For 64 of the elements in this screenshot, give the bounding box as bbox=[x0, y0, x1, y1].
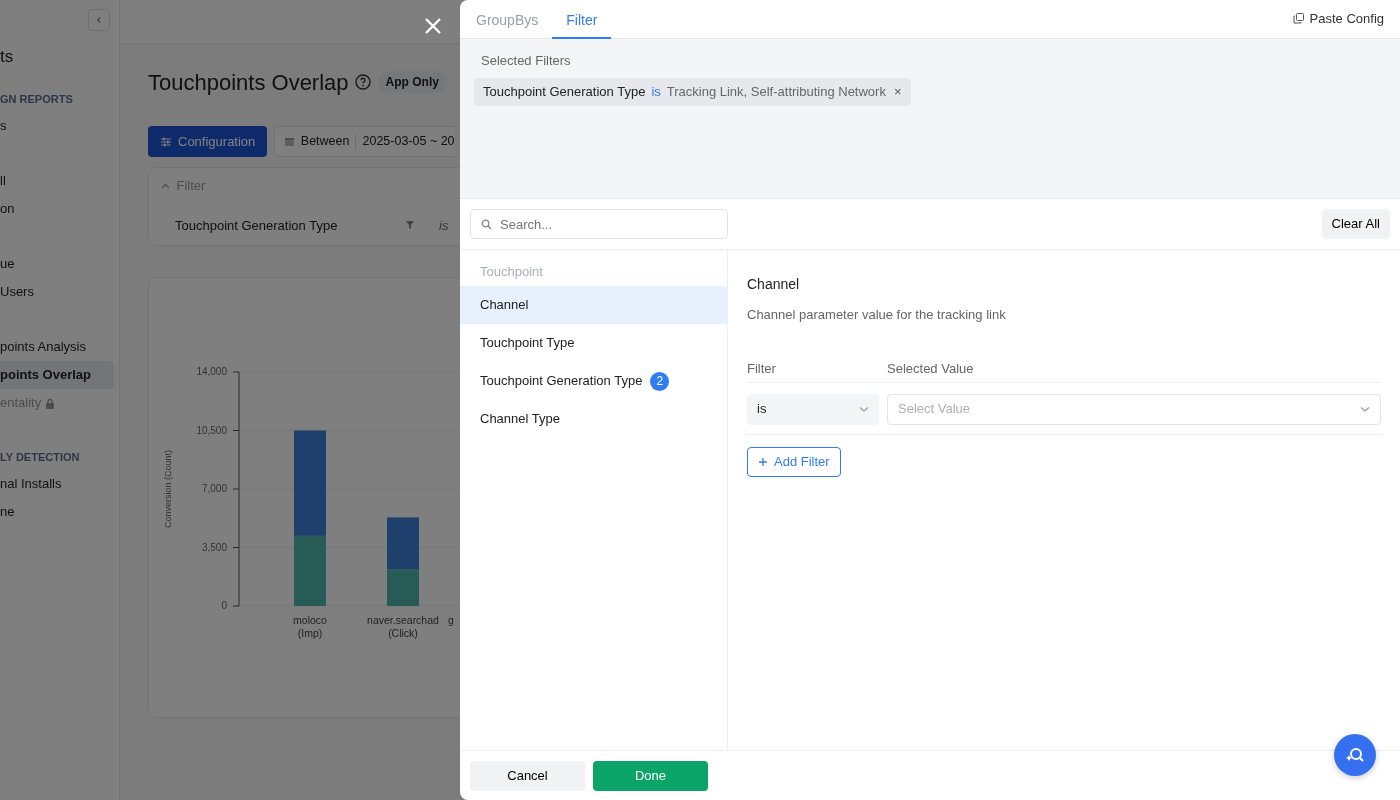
category-item[interactable]: Channel bbox=[460, 286, 727, 324]
funnel-icon bbox=[405, 220, 415, 231]
sidebar-item[interactable]: ll bbox=[0, 167, 114, 195]
search-icon bbox=[481, 219, 492, 230]
axis-tick-label: 10,500 bbox=[196, 424, 227, 436]
sidebar-title: ts bbox=[0, 46, 15, 68]
count-badge: 2 bbox=[650, 371, 670, 391]
detail-title: Channel bbox=[747, 275, 801, 294]
calendar-icon bbox=[283, 136, 295, 147]
paste-config-button[interactable]: Paste Config bbox=[1292, 8, 1384, 28]
filter-operator: is bbox=[439, 216, 449, 235]
chevron-left-icon bbox=[95, 15, 103, 25]
chip-values: Tracking Link, Self-attributing Network bbox=[666, 82, 886, 101]
category-item[interactable]: Touchpoint Type bbox=[460, 324, 727, 362]
copy-icon bbox=[1292, 12, 1304, 24]
tab[interactable]: GroupBys bbox=[462, 10, 553, 39]
section-label: Selected Filters bbox=[481, 52, 572, 70]
chevron-down-icon bbox=[1360, 405, 1370, 413]
operator-select[interactable]: is bbox=[747, 393, 879, 425]
sidebar-item[interactable]: ne bbox=[0, 498, 114, 526]
help-icon bbox=[355, 74, 372, 90]
category-label: g bbox=[448, 614, 454, 626]
sidebar-item[interactable]: points Analysis bbox=[0, 333, 114, 361]
clear-all-button[interactable]: Clear All bbox=[1321, 209, 1390, 239]
search-field[interactable]: Search... bbox=[470, 209, 728, 239]
chip-field: Touchpoint Generation Type bbox=[483, 81, 646, 102]
section-heading: GN REPORTS bbox=[0, 92, 74, 107]
column-header: Selected Value bbox=[887, 359, 974, 378]
sidebar-item[interactable]: on bbox=[0, 195, 114, 223]
plus-icon bbox=[758, 456, 768, 467]
category-item[interactable]: Touchpoint Generation Type 2 bbox=[460, 362, 727, 400]
chip-operator: is bbox=[651, 82, 661, 101]
add-filter-button[interactable]: Add Filter bbox=[747, 446, 841, 477]
close-icon[interactable] bbox=[423, 16, 443, 36]
axis-tick-label: 7,000 bbox=[201, 483, 227, 494]
magnifier-sparkle-icon bbox=[1345, 746, 1365, 764]
axis-tick-label: 0 bbox=[221, 600, 227, 611]
sidebar-item[interactable]: points Overlap bbox=[0, 361, 114, 389]
sidebar-item[interactable]: nal Installs bbox=[0, 470, 114, 498]
sidebar-item[interactable]: Users bbox=[0, 278, 114, 306]
category-item[interactable]: Channel Type bbox=[460, 400, 727, 438]
configuration-button[interactable]: Configuration bbox=[148, 126, 268, 157]
column-header: Filter bbox=[747, 359, 777, 378]
section-heading: LY DETECTION bbox=[0, 450, 81, 465]
axis-tick-label: 3,500 bbox=[201, 541, 227, 553]
sliders-icon bbox=[160, 135, 172, 148]
category-label: naver.searchad (Click) bbox=[367, 614, 439, 639]
detail-description: Channel parameter value for the tracking link bbox=[747, 306, 1007, 324]
filter-field: Touchpoint Generation Type bbox=[175, 215, 405, 235]
chevron-down-icon bbox=[859, 405, 869, 413]
axis-tick-label: 14,000 bbox=[196, 366, 227, 377]
category-label: moloco (Imp) bbox=[293, 614, 327, 639]
axis-title: Conversion (Count) bbox=[163, 450, 173, 528]
done-button[interactable]: Done bbox=[593, 760, 708, 791]
sidebar-item[interactable]: ue bbox=[0, 250, 114, 278]
sidebar-item[interactable]: s bbox=[0, 112, 114, 140]
chevron-up-icon[interactable] bbox=[161, 181, 170, 190]
cancel-button[interactable]: Cancel bbox=[470, 760, 585, 791]
page-title: Touchpoints Overlap bbox=[148, 68, 349, 97]
date-range-field[interactable]: Between 2025-03-05 ~ 20 bbox=[273, 126, 455, 157]
app-only-badge: App Only bbox=[377, 71, 447, 93]
category-heading: Touchpoint bbox=[479, 263, 544, 281]
lock-icon bbox=[44, 397, 55, 410]
remove-chip-button[interactable]: × bbox=[893, 81, 902, 102]
